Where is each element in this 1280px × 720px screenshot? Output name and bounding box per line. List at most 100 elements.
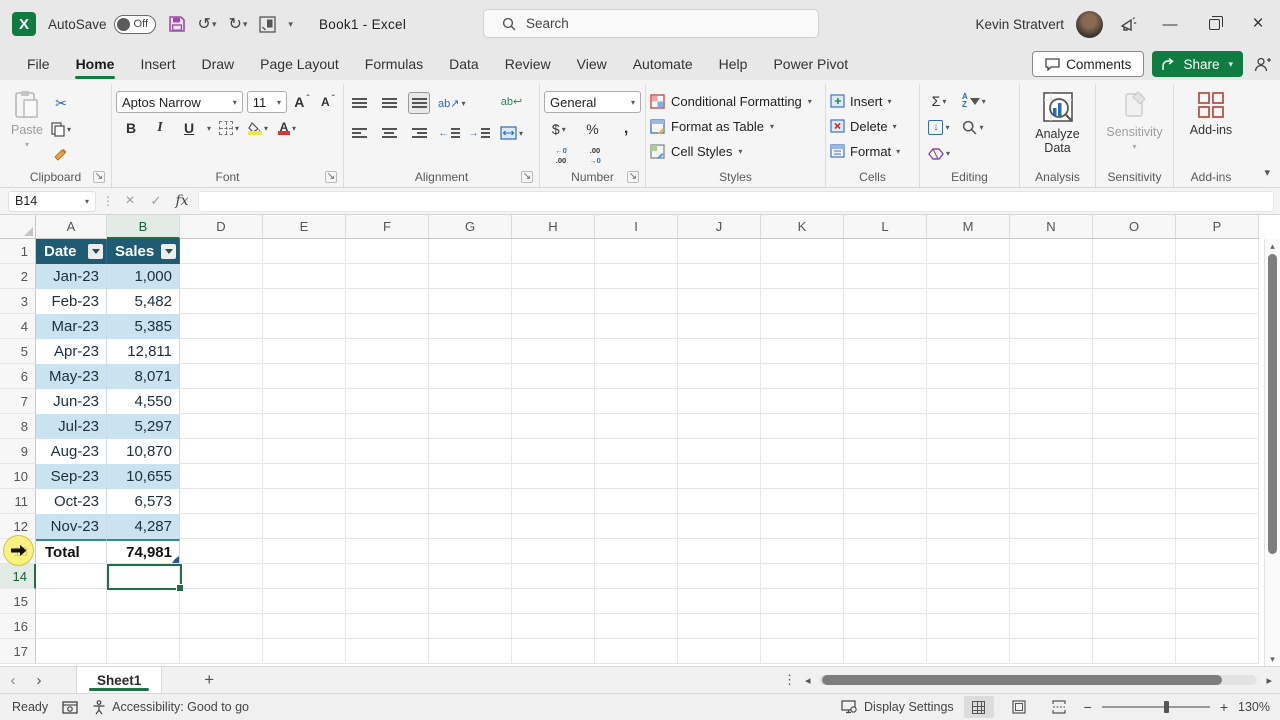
- orientation-dropdown-icon[interactable]: ▾: [461, 99, 465, 108]
- column-header-H[interactable]: H: [512, 215, 595, 239]
- cell-F3[interactable]: [346, 289, 429, 314]
- cell-A2[interactable]: Jan-23: [36, 264, 107, 289]
- insert-cells-button[interactable]: Insert ▾: [830, 90, 900, 112]
- cell-N12[interactable]: [1010, 514, 1093, 539]
- copy-button[interactable]: ▾: [50, 118, 72, 140]
- cell-O8[interactable]: [1093, 414, 1176, 439]
- redo-button[interactable]: ↻ ▾: [228, 14, 247, 34]
- horizontal-scrollbar-thumb[interactable]: [822, 675, 1223, 685]
- format-dropdown-icon[interactable]: ▾: [896, 147, 900, 156]
- cell-J11[interactable]: [678, 489, 761, 514]
- excel-app-icon[interactable]: X: [12, 12, 36, 36]
- row-header-8[interactable]: 8: [0, 414, 36, 439]
- align-right-button[interactable]: [408, 122, 430, 144]
- orientation-button[interactable]: ab↗ ▾: [438, 92, 465, 114]
- cell-K2[interactable]: [761, 264, 844, 289]
- column-header-N[interactable]: N: [1010, 215, 1093, 239]
- cell-K15[interactable]: [761, 589, 844, 614]
- format-as-table-dropdown-icon[interactable]: ▾: [770, 122, 774, 131]
- cell-M11[interactable]: [927, 489, 1010, 514]
- cell-O15[interactable]: [1093, 589, 1176, 614]
- italic-button[interactable]: I: [149, 117, 171, 139]
- cell-O7[interactable]: [1093, 389, 1176, 414]
- h-scroll-left-icon[interactable]: ◂: [805, 674, 811, 687]
- format-cells-button[interactable]: Format ▾: [830, 140, 900, 162]
- cell-I16[interactable]: [595, 614, 678, 639]
- cell-N15[interactable]: [1010, 589, 1093, 614]
- cell-H13[interactable]: [512, 539, 595, 564]
- column-header-O[interactable]: O: [1093, 215, 1176, 239]
- cell-N7[interactable]: [1010, 389, 1093, 414]
- bold-button[interactable]: B: [120, 117, 142, 139]
- cell-P6[interactable]: [1176, 364, 1259, 389]
- cell-I10[interactable]: [595, 464, 678, 489]
- cell-L17[interactable]: [844, 639, 927, 664]
- cell-M12[interactable]: [927, 514, 1010, 539]
- quick-access-dropdown-icon[interactable]: ▾: [288, 19, 293, 30]
- tab-help[interactable]: Help: [706, 48, 761, 80]
- cell-J10[interactable]: [678, 464, 761, 489]
- cell-B13[interactable]: 74,981: [107, 539, 180, 564]
- column-header-I[interactable]: I: [595, 215, 678, 239]
- cell-L14[interactable]: [844, 564, 927, 589]
- column-header-L[interactable]: L: [844, 215, 927, 239]
- previous-sheet-button[interactable]: ‹: [0, 672, 26, 689]
- cell-L6[interactable]: [844, 364, 927, 389]
- percent-style-button[interactable]: %: [581, 118, 603, 140]
- tab-draw[interactable]: Draw: [188, 48, 247, 80]
- cell-P2[interactable]: [1176, 264, 1259, 289]
- tab-review[interactable]: Review: [492, 48, 564, 80]
- cell-H9[interactable]: [512, 439, 595, 464]
- cancel-button[interactable]: ×: [120, 192, 140, 210]
- cell-L9[interactable]: [844, 439, 927, 464]
- decrease-indent-button[interactable]: ←: [438, 122, 460, 144]
- cell-D10[interactable]: [180, 464, 263, 489]
- cell-A7[interactable]: Jun-23: [36, 389, 107, 414]
- cell-O11[interactable]: [1093, 489, 1176, 514]
- share-dropdown-icon[interactable]: ▾: [1228, 59, 1233, 70]
- cell-N11[interactable]: [1010, 489, 1093, 514]
- scroll-up-icon[interactable]: ▴: [1270, 239, 1275, 253]
- vertical-scrollbar-thumb[interactable]: [1268, 254, 1277, 554]
- cell-P3[interactable]: [1176, 289, 1259, 314]
- tab-data[interactable]: Data: [436, 48, 492, 80]
- accounting-dropdown-icon[interactable]: ▾: [562, 125, 566, 134]
- cell-A12[interactable]: Nov-23: [36, 514, 107, 539]
- number-dialog-launcher[interactable]: ↘: [627, 171, 639, 183]
- cell-I5[interactable]: [595, 339, 678, 364]
- cell-K7[interactable]: [761, 389, 844, 414]
- cell-K1[interactable]: [761, 239, 844, 264]
- column-header-G[interactable]: G: [429, 215, 512, 239]
- insert-function-button[interactable]: fx: [172, 193, 192, 209]
- clipboard-dialog-launcher[interactable]: ↘: [93, 171, 105, 183]
- cell-H16[interactable]: [512, 614, 595, 639]
- format-as-table-button[interactable]: Format as Table ▾: [650, 115, 812, 137]
- cell-I12[interactable]: [595, 514, 678, 539]
- cell-K9[interactable]: [761, 439, 844, 464]
- cell-D6[interactable]: [180, 364, 263, 389]
- cell-D15[interactable]: [180, 589, 263, 614]
- cell-P8[interactable]: [1176, 414, 1259, 439]
- cell-J15[interactable]: [678, 589, 761, 614]
- middle-align-button[interactable]: [378, 92, 400, 114]
- autosave-toggle[interactable]: Off: [113, 14, 156, 34]
- cell-H15[interactable]: [512, 589, 595, 614]
- cell-I6[interactable]: [595, 364, 678, 389]
- cell-E10[interactable]: [263, 464, 346, 489]
- cell-P11[interactable]: [1176, 489, 1259, 514]
- tab-formulas[interactable]: Formulas: [352, 48, 436, 80]
- number-format-combo[interactable]: General ▾: [544, 91, 641, 113]
- cell-G6[interactable]: [429, 364, 512, 389]
- cell-I13[interactable]: [595, 539, 678, 564]
- cell-I1[interactable]: [595, 239, 678, 264]
- conditional-formatting-dropdown-icon[interactable]: ▾: [808, 97, 812, 106]
- cell-N4[interactable]: [1010, 314, 1093, 339]
- cell-B11[interactable]: 6,573: [107, 489, 180, 514]
- cell-G13[interactable]: [429, 539, 512, 564]
- cell-H8[interactable]: [512, 414, 595, 439]
- cell-P17[interactable]: [1176, 639, 1259, 664]
- row-header-4[interactable]: 4: [0, 314, 36, 339]
- h-scroll-right-icon[interactable]: ▸: [1266, 674, 1272, 687]
- cell-E17[interactable]: [263, 639, 346, 664]
- cell-O6[interactable]: [1093, 364, 1176, 389]
